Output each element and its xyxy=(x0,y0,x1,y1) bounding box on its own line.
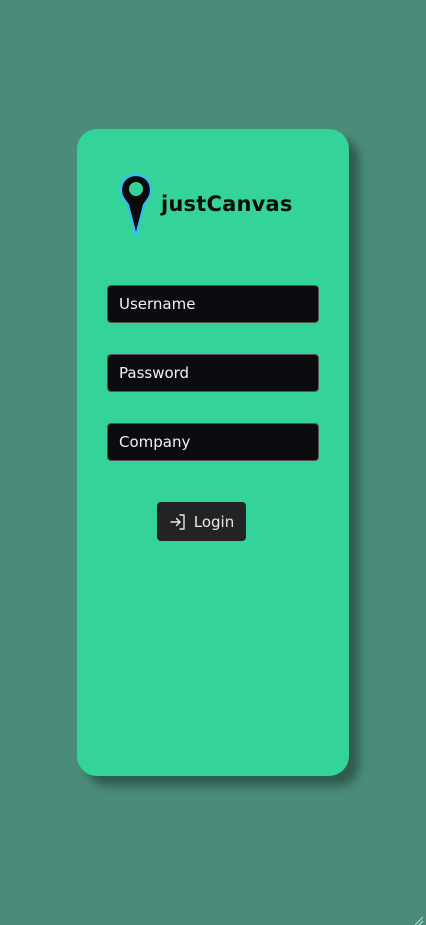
resize-grip-icon[interactable] xyxy=(412,911,424,925)
username-input[interactable] xyxy=(107,285,319,323)
password-input[interactable] xyxy=(107,354,319,392)
brand-logo: justCanvas xyxy=(119,173,293,239)
brand-name: justCanvas xyxy=(161,192,293,216)
location-pin-icon xyxy=(119,173,153,239)
company-input[interactable] xyxy=(107,423,319,461)
login-label: Login xyxy=(193,512,235,531)
login-card: justCanvas Login xyxy=(77,129,349,776)
sign-in-arrow-icon xyxy=(169,513,187,531)
login-button[interactable]: Login xyxy=(157,502,246,541)
